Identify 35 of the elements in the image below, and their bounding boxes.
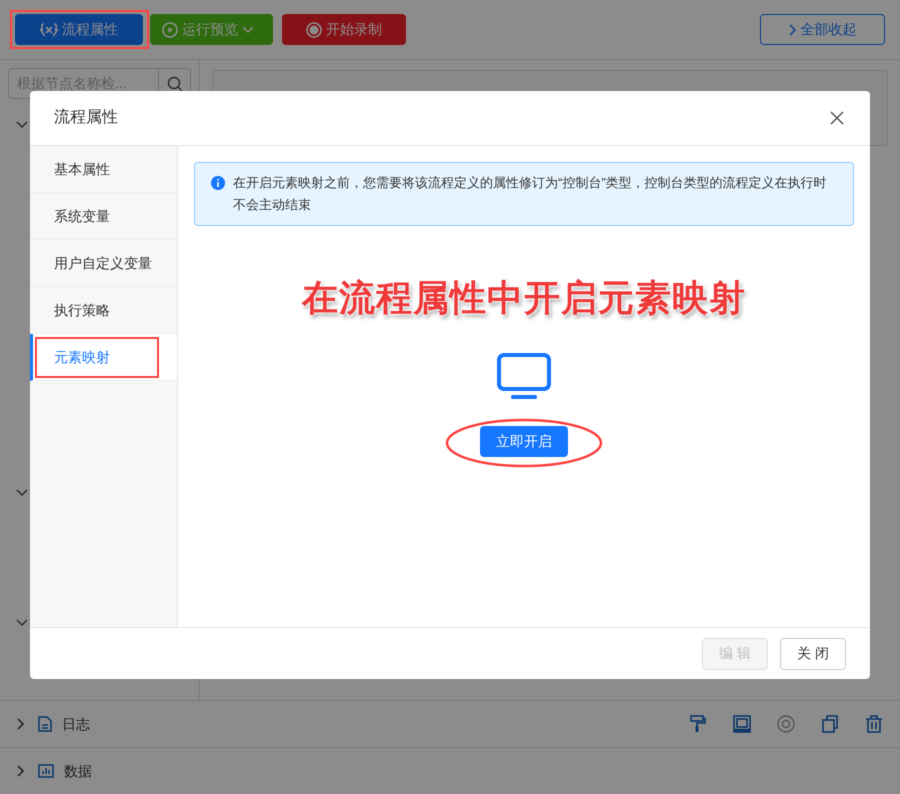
chevron-down-icon: [16, 489, 28, 497]
toolbar-button[interactable]: 流程属性: [15, 14, 143, 45]
nav-item[interactable]: 元素映射: [30, 334, 177, 381]
footer-button[interactable]: 关 闭: [780, 638, 846, 670]
enable-button[interactable]: 立即开启: [480, 426, 568, 457]
toolbar-button[interactable]: 开始录制: [282, 14, 406, 45]
nav-item[interactable]: 系统变量: [30, 193, 177, 240]
chevron-down-icon: [16, 619, 28, 627]
chart-icon: [38, 764, 54, 778]
search-icon: [166, 76, 182, 92]
info-text: 在开启元素映射之前，您需要将该流程定义的属性修订为“控制台”类型，控制台类型的流程定义在执行时不会主动结束: [233, 174, 828, 214]
play-icon: [162, 22, 178, 38]
chevron-down-icon: [16, 121, 28, 129]
copy-icon[interactable]: [820, 714, 840, 734]
variable-icon: [40, 22, 58, 36]
annotation-text: 在流程属性中开启元素映射: [302, 276, 746, 320]
monitor-icon: [497, 353, 551, 399]
nav-item[interactable]: 用户自定义变量: [30, 240, 177, 287]
document-icon: [38, 716, 52, 732]
panel-title[interactable]: 数据: [64, 760, 92, 782]
save-icon[interactable]: [732, 714, 752, 734]
close-button[interactable]: [830, 110, 846, 126]
close-icon: [830, 111, 844, 125]
nav-item[interactable]: 基本属性: [30, 146, 177, 193]
chevron-right-icon: [788, 24, 796, 36]
panel-title[interactable]: 日志: [62, 714, 90, 734]
chevron-down-icon: [242, 26, 254, 34]
dialog-title: 流程属性: [54, 108, 118, 128]
info-icon: [211, 176, 225, 190]
paint-roller-icon[interactable]: [688, 714, 708, 734]
record-icon: [306, 22, 322, 38]
chevron-right-icon[interactable]: [16, 765, 26, 777]
trash-icon[interactable]: [864, 714, 884, 734]
collapse-all-button[interactable]: 全部收起: [760, 14, 885, 45]
chevron-right-icon[interactable]: [16, 718, 26, 730]
